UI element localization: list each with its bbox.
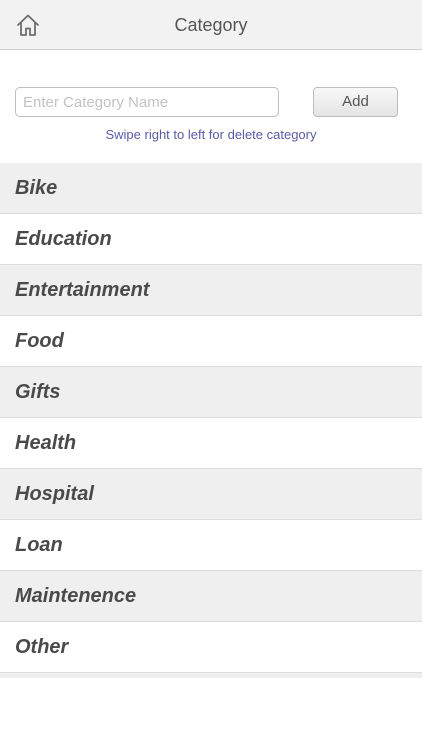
list-row-partial <box>0 673 422 678</box>
page-title: Category <box>174 15 248 35</box>
category-row-gifts[interactable]: Gifts <box>0 367 422 418</box>
nav-bar: Category <box>0 0 422 50</box>
category-row-hospital[interactable]: Hospital <box>0 469 422 520</box>
category-row-other[interactable]: Other <box>0 622 422 673</box>
add-category-form: Add Swipe right to left for delete categ… <box>0 50 422 163</box>
category-list: Bike Education Entertainment Food Gifts … <box>0 163 422 678</box>
category-row-loan[interactable]: Loan <box>0 520 422 571</box>
category-row-food[interactable]: Food <box>0 316 422 367</box>
delete-hint-text: Swipe right to left for delete category <box>105 127 317 142</box>
category-row-maintenence[interactable]: Maintenence <box>0 571 422 622</box>
add-button[interactable]: Add <box>313 87 398 117</box>
category-row-bike[interactable]: Bike <box>0 163 422 214</box>
category-row-education[interactable]: Education <box>0 214 422 265</box>
category-row-health[interactable]: Health <box>0 418 422 469</box>
category-row-entertainment[interactable]: Entertainment <box>0 265 422 316</box>
category-name-input[interactable] <box>15 87 279 117</box>
